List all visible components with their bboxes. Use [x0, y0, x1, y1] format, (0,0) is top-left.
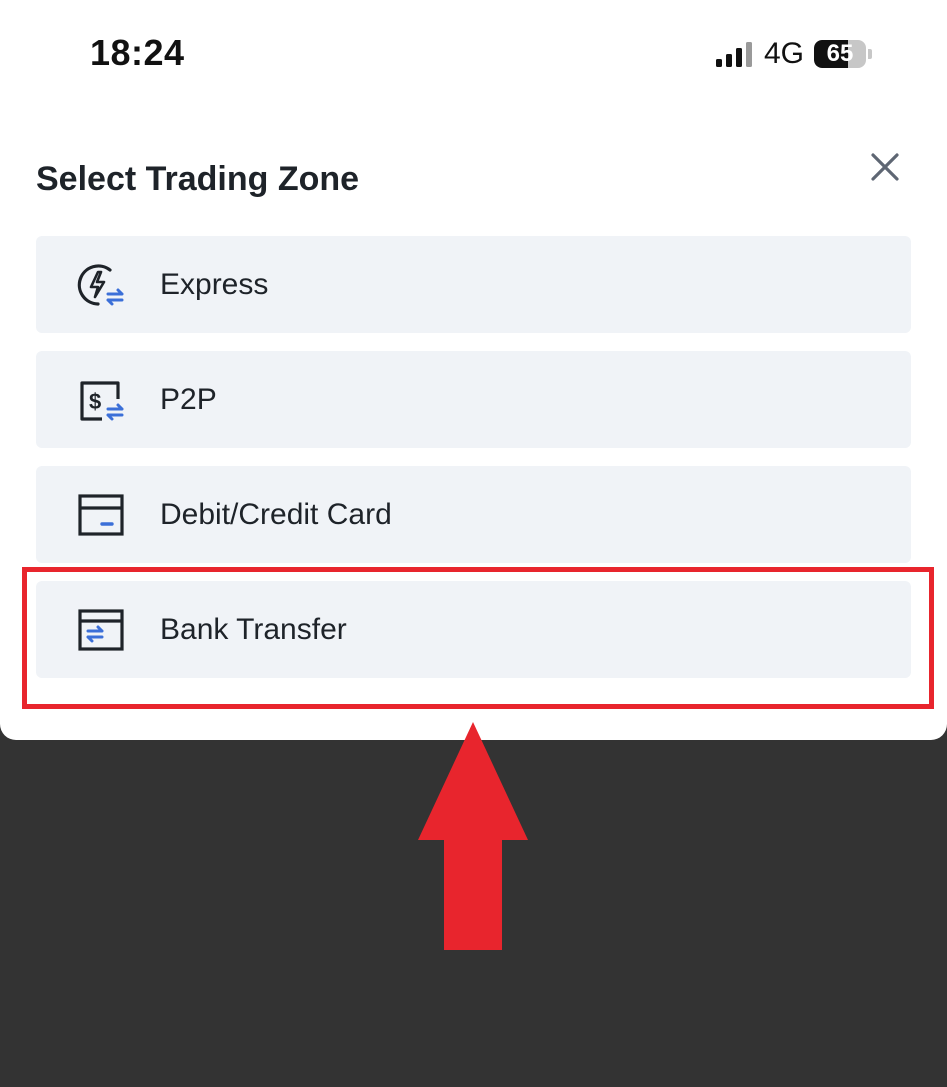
trading-zone-sheet: 18:24 4G 65 Select Trading Zone Express …: [0, 0, 947, 740]
network-type: 4G: [764, 37, 805, 70]
bank-transfer-icon: [78, 609, 124, 651]
option-label: Debit/Credit Card: [160, 498, 392, 531]
close-icon: [871, 153, 899, 181]
screen: 18:24 4G 65 Select Trading Zone Express …: [0, 0, 947, 1087]
svg-text:$: $: [89, 389, 101, 414]
option-label: P2P: [160, 383, 217, 416]
option-express[interactable]: Express: [36, 236, 911, 333]
card-icon: [78, 494, 124, 536]
battery-tip: [868, 49, 873, 59]
signal-strength-icon: [716, 41, 752, 67]
annotation-arrow-icon: [418, 722, 528, 950]
status-time: 18:24: [90, 32, 185, 73]
option-debit-credit-card[interactable]: Debit/Credit Card: [36, 466, 911, 563]
dollar-exchange-icon: $: [80, 381, 124, 421]
option-label: Express: [160, 268, 269, 301]
sheet-title: Select Trading Zone: [36, 160, 360, 198]
lightning-exchange-icon: [77, 264, 124, 306]
status-indicators: 4G 65: [716, 36, 873, 72]
option-p2p[interactable]: $ P2P: [36, 351, 911, 448]
option-label: Bank Transfer: [160, 613, 347, 646]
close-button[interactable]: [866, 148, 904, 186]
battery-level: 65: [826, 40, 854, 67]
option-bank-transfer[interactable]: Bank Transfer: [36, 581, 911, 678]
battery-icon: 65: [814, 40, 867, 68]
